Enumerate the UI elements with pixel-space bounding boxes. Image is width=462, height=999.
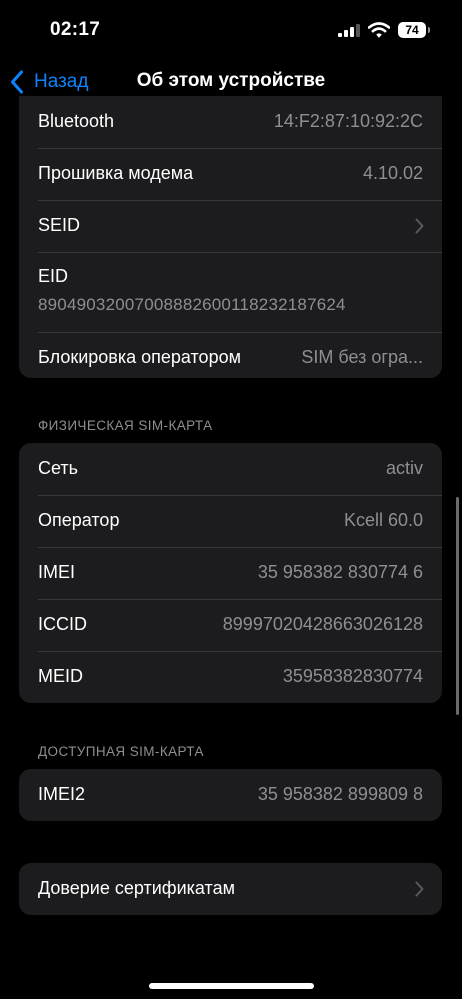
bluetooth-label: Bluetooth (38, 111, 115, 131)
meid-label: MEID (38, 666, 83, 686)
battery-cap (428, 27, 430, 33)
eid-value: 89049032007008882600118232187624 (38, 295, 346, 314)
meid-row: MEID 35958382830774 (19, 651, 442, 703)
chevron-right-icon (415, 218, 424, 234)
wifi-icon (368, 22, 390, 38)
network-value: activ (385, 458, 423, 478)
available-sim-group: IMEI2 35 958382 899809 8 (19, 769, 442, 821)
imei2-value: 35 958382 899809 8 (257, 784, 423, 804)
carrier-lock-row: Блокировка оператором SIM без огра... (19, 332, 442, 384)
seid-row[interactable]: SEID (19, 200, 442, 252)
eid-label: EID (38, 266, 69, 286)
modem-firmware-label: Прошивка модема (38, 163, 194, 183)
carrier-row: Оператор Kcell 60.0 (19, 495, 442, 547)
seid-label: SEID (38, 215, 81, 235)
carrier-label: Оператор (38, 510, 120, 530)
bluetooth-value: 14:F2:87:10:92:2C (273, 111, 423, 131)
iccid-row: ICCID 89997020428663026128 (19, 599, 442, 651)
status-bar: 02:17 74 (0, 0, 462, 60)
certificate-trust-row[interactable]: Доверие сертификатам (19, 863, 442, 915)
physical-sim-group: Сеть activ Оператор Kcell 60.0 IMEI 35 9… (19, 443, 442, 703)
modem-firmware-value: 4.10.02 (362, 163, 423, 183)
imei-row: IMEI 35 958382 830774 6 (19, 547, 442, 599)
imei-value: 35 958382 830774 6 (257, 562, 423, 582)
iccid-value: 89997020428663026128 (222, 614, 423, 634)
carrier-value: Kcell 60.0 (343, 510, 423, 530)
bluetooth-row: Bluetooth 14:F2:87:10:92:2C (19, 96, 442, 148)
certificate-trust-group: Доверие сертификатам (19, 863, 442, 915)
available-sim-header: ДОСТУПНАЯ SIM-КАРТА (38, 744, 204, 759)
carrier-lock-label: Блокировка оператором (38, 347, 241, 367)
network-row: Сеть activ (19, 443, 442, 495)
cellular-signal-icon (338, 24, 360, 37)
battery-icon: 74 (398, 22, 426, 38)
iccid-label: ICCID (38, 614, 87, 634)
page-title: Об этом устройстве (136, 70, 326, 91)
chevron-right-icon (415, 881, 424, 897)
status-time: 02:17 (50, 19, 101, 40)
certificate-trust-label: Доверие сертификатам (38, 878, 235, 898)
scroll-indicator[interactable] (456, 497, 459, 715)
imei2-row: IMEI2 35 958382 899809 8 (19, 769, 442, 821)
modem-firmware-row: Прошивка модема 4.10.02 (19, 148, 442, 200)
meid-value: 35958382830774 (282, 666, 423, 686)
battery-level: 74 (405, 23, 419, 37)
carrier-lock-value: SIM без огра... (301, 347, 423, 367)
device-info-group: Bluetooth 14:F2:87:10:92:2C Прошивка мод… (19, 96, 442, 378)
home-indicator[interactable] (149, 983, 314, 989)
eid-row: EID 89049032007008882600118232187624 (19, 252, 442, 332)
imei-label: IMEI (38, 562, 76, 582)
network-label: Сеть (38, 458, 79, 478)
physical-sim-header: ФИЗИЧЕСКАЯ SIM-КАРТА (38, 418, 213, 433)
imei2-label: IMEI2 (38, 784, 86, 804)
